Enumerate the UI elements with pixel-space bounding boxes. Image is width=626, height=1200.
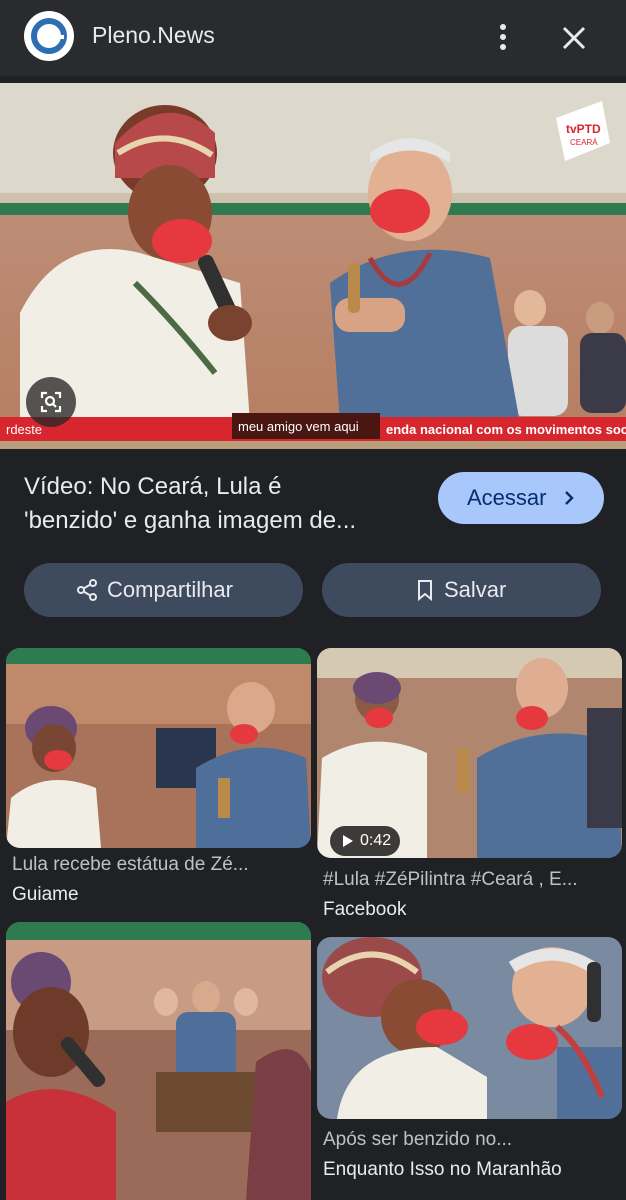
play-icon [343, 835, 353, 847]
related-thumbnail-4[interactable] [317, 937, 622, 1119]
ticker-left: rdeste [6, 422, 42, 437]
close-icon[interactable] [556, 20, 592, 56]
visit-button[interactable]: Acessar [438, 472, 604, 524]
related-source-2[interactable]: Facebook [323, 899, 406, 921]
more-options-icon[interactable] [488, 18, 518, 58]
watermark-bottom: CEARÁ [570, 138, 598, 147]
related-source-1[interactable]: Guiame [12, 884, 79, 906]
related-thumbnail-3[interactable] [6, 922, 311, 1200]
video-duration-badge: 0:42 [330, 826, 400, 856]
related-title-2[interactable]: #Lula #ZéPilintra #Ceará , E... [323, 869, 578, 891]
watermark-top: tvPTD [566, 122, 601, 136]
share-icon [77, 579, 97, 601]
related-source-4[interactable]: Enquanto Isso no Maranhão [323, 1159, 562, 1181]
result-title[interactable]: Vídeo: No Ceará, Lula é 'benzido' e ganh… [24, 470, 424, 538]
site-logo [24, 11, 74, 61]
bookmark-icon [418, 580, 432, 601]
top-bar: Pleno.News [0, 0, 626, 76]
save-button[interactable]: Salvar [322, 563, 601, 617]
related-title-4[interactable]: Após ser benzido no... [323, 1129, 512, 1151]
share-button[interactable]: Compartilhar [24, 563, 303, 617]
lens-icon [40, 391, 62, 413]
site-title: Pleno.News [92, 22, 215, 48]
chevron-right-icon [565, 491, 574, 505]
related-thumbnail-1[interactable] [6, 648, 311, 848]
related-title-1[interactable]: Lula recebe estátua de Zé... [12, 854, 249, 876]
hero-caption: meu amigo vem aqui [238, 419, 359, 434]
preview-image[interactable]: rdeste meu amigo vem aqui enda nacional … [0, 83, 626, 449]
lens-search-button[interactable] [26, 377, 76, 427]
ticker-right: enda nacional com os movimentos sociais [386, 422, 626, 437]
